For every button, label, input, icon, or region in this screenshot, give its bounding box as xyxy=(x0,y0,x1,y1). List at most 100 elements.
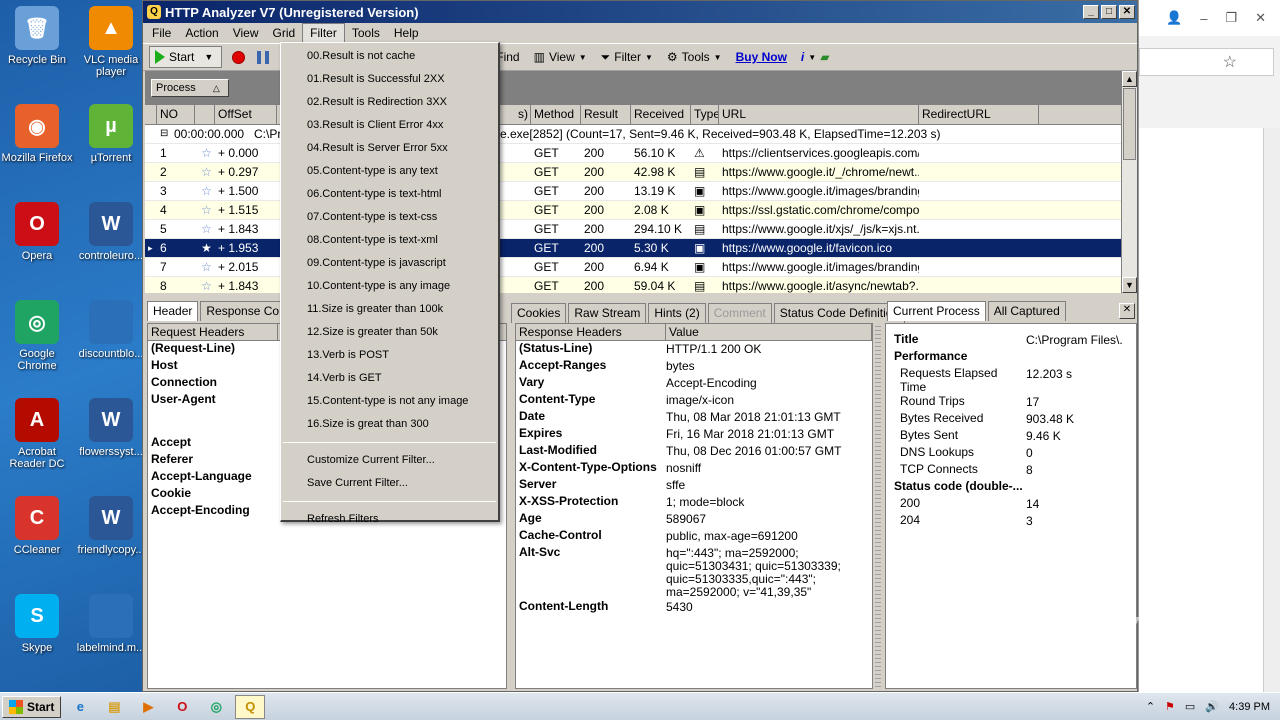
filter-menu-item[interactable]: 08.Content-type is text-xml xyxy=(281,229,498,252)
desktop-icon-word-flowerssyst[interactable]: Wflowerssyst... xyxy=(74,398,148,458)
tray-expand-icon[interactable]: ⌃ xyxy=(1146,700,1155,713)
chrome-address-bar[interactable]: ☆ xyxy=(1139,48,1274,76)
tab-current-process[interactable]: Current Process xyxy=(887,301,986,321)
desktop-icon-word-controleuro[interactable]: Wcontroleuro... xyxy=(74,202,148,262)
response-header-row[interactable]: Cache-Control public, max-age=691200 xyxy=(516,528,872,545)
desktop-icon-ccleaner[interactable]: C CCleaner xyxy=(0,496,74,556)
filter-menu-item[interactable]: 00.Result is not cache xyxy=(281,45,498,68)
grid-col-no[interactable]: NO xyxy=(157,105,195,124)
close-icon[interactable]: ✕ xyxy=(1255,10,1266,26)
star-icon[interactable]: ☆ xyxy=(195,144,215,162)
filter-menu-item[interactable]: 01.Result is Successful 2XX xyxy=(281,68,498,91)
user-icon[interactable]: 👤 xyxy=(1166,10,1182,26)
response-header-row[interactable]: Server sffe xyxy=(516,477,872,494)
process-info-row[interactable]: Bytes Sent 9.46 K xyxy=(886,428,1136,445)
menu-help[interactable]: Help xyxy=(387,24,426,42)
tab-all-captured[interactable]: All Captured xyxy=(987,301,1066,321)
record-stop-icon[interactable] xyxy=(232,50,246,64)
response-header-row[interactable]: Age 589067 xyxy=(516,511,872,528)
response-header-row[interactable]: X-Content-Type-Options nosniff xyxy=(516,460,872,477)
start-button[interactable]: Start ▼ xyxy=(149,46,223,68)
response-header-row[interactable]: Expires Fri, 16 Mar 2018 21:01:13 GMT xyxy=(516,426,872,443)
tab-comment[interactable]: Comment xyxy=(707,303,772,323)
process-info-row[interactable]: 200 14 xyxy=(886,496,1136,513)
restore-icon[interactable]: ❐ xyxy=(1225,10,1237,26)
desktop-icon-google-chrome[interactable]: ◎ Google Chrome xyxy=(0,300,74,372)
desktop-icon-vlc[interactable]: ▲ VLC media player xyxy=(74,6,148,78)
info-button[interactable]: i ▼ ▰ xyxy=(796,46,835,68)
view-button[interactable]: ▥ View ▼ xyxy=(529,46,592,68)
filter-menu-item[interactable]: 13.Verb is POST xyxy=(281,344,498,367)
scroll-up-arrow[interactable]: ▲ xyxy=(1122,71,1137,87)
filter-menu-item[interactable]: 04.Result is Server Error 5xx xyxy=(281,137,498,160)
grid-col-received[interactable]: Received xyxy=(631,105,691,124)
response-header-row[interactable]: Accept-Ranges bytes xyxy=(516,358,872,375)
close-panel-button[interactable]: ✕ xyxy=(1119,303,1135,319)
maximize-button[interactable]: □ xyxy=(1101,5,1117,19)
tab-header[interactable]: Header xyxy=(147,301,199,321)
scroll-thumb[interactable] xyxy=(1123,88,1136,160)
star-icon[interactable]: ☆ xyxy=(195,182,215,200)
menu-filter[interactable]: Filter xyxy=(302,23,345,43)
opera-icon[interactable]: O xyxy=(167,695,197,719)
filter-menu-item[interactable]: 02.Result is Redirection 3XX xyxy=(281,91,498,114)
start-menu-button[interactable]: Start xyxy=(2,695,62,718)
grid-col-type[interactable]: Type xyxy=(691,105,719,124)
menu-file[interactable]: File xyxy=(145,24,178,42)
buy-now-link[interactable]: Buy Now xyxy=(731,46,792,68)
clock[interactable]: 4:39 PM xyxy=(1229,701,1270,713)
desktop-icon-word-friendlycopy[interactable]: Wfriendlycopy... xyxy=(74,496,148,556)
response-header-row[interactable]: X-XSS-Protection 1; mode=block xyxy=(516,494,872,511)
process-info-row[interactable]: TCP Connects 8 xyxy=(886,462,1136,479)
desktop-icon-opera[interactable]: O Opera xyxy=(0,202,74,262)
desktop-icon-utorrent[interactable]: µ µTorrent xyxy=(74,104,148,164)
grid-col-url[interactable]: URL xyxy=(719,105,919,124)
tab-hints[interactable]: Hints (2) xyxy=(648,303,706,323)
filter-menu-item[interactable]: 15.Content-type is not any image xyxy=(281,390,498,413)
tools-button[interactable]: ⚙ Tools ▼ xyxy=(662,46,727,68)
grid-col-result[interactable]: Result xyxy=(581,105,631,124)
star-icon[interactable]: ★ xyxy=(195,239,215,257)
desktop-icon-labelmind[interactable]: labelmind.m... xyxy=(74,594,148,654)
response-header-row[interactable]: Vary Accept-Encoding xyxy=(516,375,872,392)
response-header-row[interactable]: (Status-Line) HTTP/1.1 200 OK xyxy=(516,341,872,358)
process-info-row[interactable]: DNS Lookups 0 xyxy=(886,445,1136,462)
save-filter-item[interactable]: Save Current Filter... xyxy=(281,472,498,495)
grid-col-redirect[interactable]: RedirectURL xyxy=(919,105,1039,124)
minimize-icon[interactable]: – xyxy=(1200,11,1207,26)
media-player-icon[interactable]: ▶ xyxy=(133,695,163,719)
network-icon[interactable]: ▭ xyxy=(1185,700,1195,713)
group-chip-process[interactable]: Process △ xyxy=(151,79,229,97)
refresh-filters-item[interactable]: Refresh Filters xyxy=(281,508,498,531)
ie-icon[interactable]: e xyxy=(65,695,95,719)
star-icon[interactable]: ☆ xyxy=(195,201,215,219)
explorer-icon[interactable]: ▤ xyxy=(99,695,129,719)
process-info-row[interactable]: Status code (double-... xyxy=(886,479,1136,496)
grid-col-method[interactable]: Method xyxy=(531,105,581,124)
process-info-row[interactable]: 204 3 xyxy=(886,513,1136,530)
menu-view[interactable]: View xyxy=(226,24,266,42)
filter-menu-item[interactable]: 05.Content-type is any text xyxy=(281,160,498,183)
flag-icon[interactable]: ⚑ xyxy=(1165,700,1175,713)
star-icon[interactable]: ☆ xyxy=(195,277,215,293)
volume-icon[interactable]: 🔊 xyxy=(1205,700,1219,713)
tab-status-code-definition[interactable]: Status Code Definition xyxy=(773,303,906,323)
desktop-icon-discountblo[interactable]: discountblo... xyxy=(74,300,148,360)
response-header-row[interactable]: Date Thu, 08 Mar 2018 21:01:13 GMT xyxy=(516,409,872,426)
chrome-icon[interactable]: ◎ xyxy=(201,695,231,719)
filter-menu-item[interactable]: 06.Content-type is text-html xyxy=(281,183,498,206)
filter-menu-item[interactable]: 10.Content-type is any image xyxy=(281,275,498,298)
tab-response-content[interactable]: Response Conte xyxy=(200,301,287,321)
collapse-icon[interactable]: ⊟ xyxy=(157,125,171,143)
pause-icon[interactable] xyxy=(257,50,270,64)
chevron-down-icon[interactable]: ▼ xyxy=(204,52,213,62)
response-header-row[interactable]: Content-Length 5430 xyxy=(516,599,872,616)
http-analyzer-task-icon[interactable]: Q xyxy=(235,694,266,719)
desktop-icon-acrobat[interactable]: A Acrobat Reader DC xyxy=(0,398,74,470)
grid-scrollbar[interactable]: ▲ ▼ xyxy=(1121,71,1137,293)
process-info-row[interactable]: Performance xyxy=(886,349,1136,366)
response-header-row[interactable]: Alt-Svc hq=":443"; ma=2592000; quic=51303… xyxy=(516,545,872,599)
filter-menu-item[interactable]: 11.Size is greater than 100k xyxy=(281,298,498,321)
grid-col-offset[interactable]: OffSet xyxy=(215,105,277,124)
process-info-row[interactable]: Round Trips 17 xyxy=(886,394,1136,411)
